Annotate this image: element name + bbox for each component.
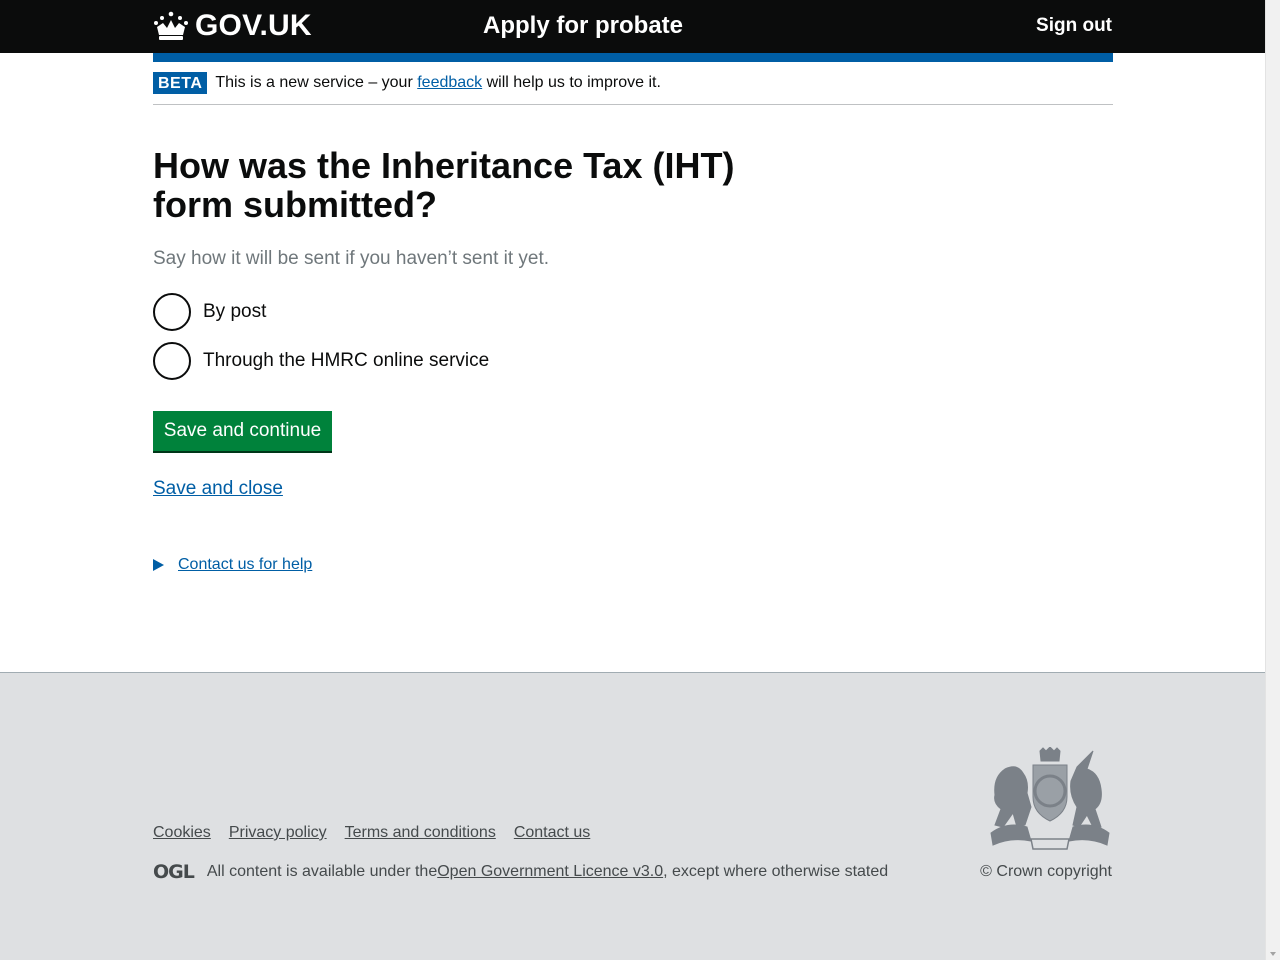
save-and-close-link[interactable]: Save and close: [153, 477, 283, 501]
phase-banner: BETA This is a new service – your feedba…: [153, 72, 1113, 105]
footer-link-privacy[interactable]: Privacy policy: [229, 823, 327, 843]
scroll-down-icon[interactable]: [1270, 952, 1276, 956]
phase-banner-text: This is a new service – your feedback wi…: [215, 73, 661, 93]
ogl-logo-icon: OGL: [153, 861, 195, 883]
radio-by-post[interactable]: By post: [153, 293, 266, 331]
radio-hmrc-online[interactable]: Through the HMRC online service: [153, 342, 489, 380]
beta-tag: BETA: [153, 72, 208, 94]
hint-text: Say how it will be sent if you haven’t s…: [153, 248, 550, 269]
footer-link-cookies[interactable]: Cookies: [153, 823, 211, 843]
crown-icon: [154, 11, 188, 40]
crown-copyright: © Crown copyright: [980, 863, 1112, 880]
govuk-logo-text: GOV.UK: [195, 9, 312, 42]
footer-link-terms[interactable]: Terms and conditions: [345, 823, 496, 843]
triangle-right-icon: [153, 559, 164, 571]
phase-text-before: This is a new service – your: [215, 74, 418, 91]
vertical-scrollbar[interactable]: [1265, 0, 1280, 960]
page-title: How was the Inheritance Tax (IHT) form s…: [153, 145, 735, 225]
licence-text-after: , except where otherwise stated: [663, 863, 889, 880]
licence-text-before: All content is available under the: [206, 863, 438, 880]
radio-label-hmrc-online: Through the HMRC online service: [203, 350, 490, 371]
site-header: GOV.UK Apply for probate Sign out: [0, 0, 1265, 53]
contact-help-link[interactable]: Contact us for help: [178, 555, 312, 575]
radio-button-hmrc-online[interactable]: [153, 342, 191, 380]
service-name-link[interactable]: Apply for probate: [483, 12, 683, 40]
site-footer: Cookies Privacy policy Terms and conditi…: [0, 672, 1265, 960]
contact-help-details[interactable]: Contact us for help: [153, 555, 312, 575]
royal-coat-of-arms-icon: [990, 747, 1110, 850]
header-blue-bar: [153, 53, 1113, 62]
footer-links: Cookies Privacy policy Terms and conditi…: [153, 823, 608, 843]
feedback-link[interactable]: feedback: [417, 74, 482, 91]
sign-out-link[interactable]: Sign out: [1036, 14, 1112, 38]
radio-button-by-post[interactable]: [153, 293, 191, 331]
footer-link-contact[interactable]: Contact us: [514, 823, 590, 843]
save-and-continue-button[interactable]: Save and continue: [153, 411, 332, 451]
radio-label-by-post: By post: [203, 301, 267, 322]
phase-text-after: will help us to improve it.: [482, 74, 661, 91]
licence-link[interactable]: Open Government Licence v3.0: [437, 862, 663, 882]
govuk-logo-link[interactable]: GOV.UK: [153, 9, 312, 43]
licence-notice: OGL All content is available under the O…: [153, 862, 888, 882]
